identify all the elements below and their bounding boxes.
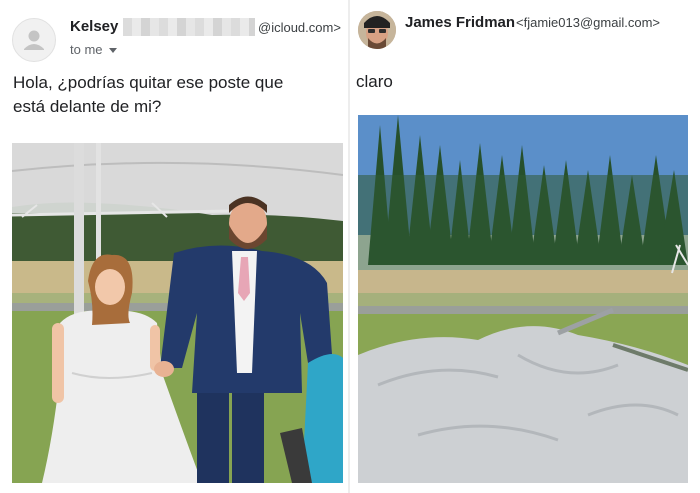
redacted-email	[123, 18, 255, 36]
edited-photo[interactable]	[358, 115, 688, 483]
wedding-photo[interactable]	[12, 143, 343, 483]
sender-avatar-photo[interactable]	[358, 11, 396, 49]
email-body: Hola, ¿podrías quitar ese poste que está…	[13, 71, 283, 119]
profile-photo	[358, 11, 396, 49]
email-body-line-2: está delante de mi?	[13, 97, 162, 116]
sender-name-right[interactable]: James Fridman	[405, 14, 515, 31]
sender-email-right: <fjamie013@gmail.com>	[516, 15, 660, 30]
sender-email: @icloud.com>	[258, 20, 341, 35]
sender-name[interactable]: Kelsey	[70, 18, 118, 35]
recipient-label: to me	[70, 42, 103, 57]
sender-avatar[interactable]	[12, 18, 56, 62]
left-email-panel: Kelsey @icloud.com> to me Hola, ¿podrías…	[0, 0, 348, 493]
chevron-down-icon	[108, 48, 117, 54]
recipient-dropdown[interactable]: to me	[70, 42, 117, 57]
reply-body: claro	[356, 72, 393, 91]
email-body-line-1: Hola, ¿podrías quitar ese poste que	[13, 73, 284, 92]
person-icon	[24, 30, 44, 50]
